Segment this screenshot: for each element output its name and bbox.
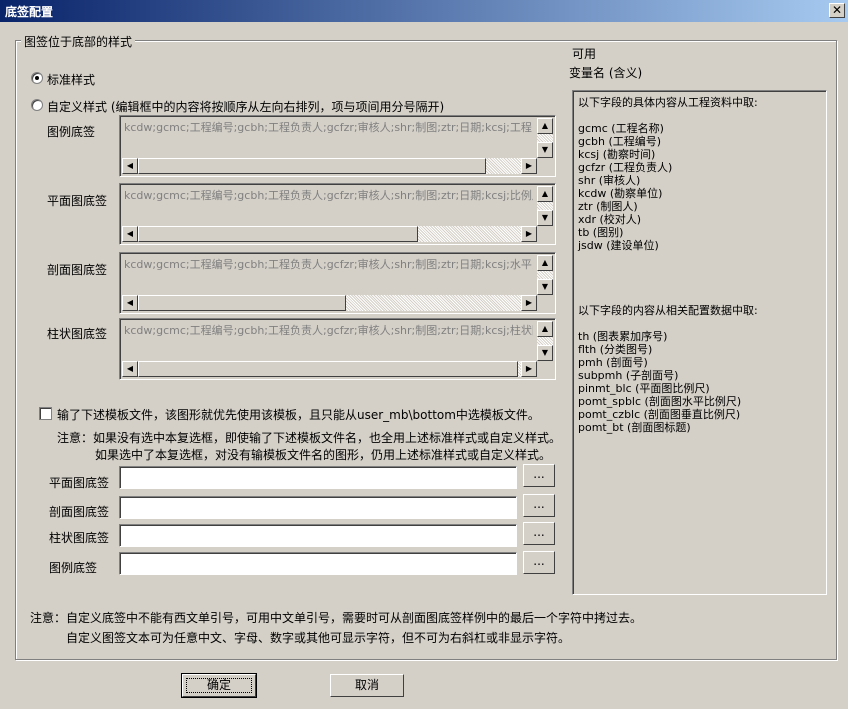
section1-title: 以下字段的具体内容从工程资料中取: [578, 96, 758, 109]
horizontal-scrollbar[interactable]: ◀ ▶ [122, 295, 537, 311]
scroll-right-button[interactable]: ▶ [521, 158, 537, 174]
custom-column-textarea[interactable]: kcdw;gcmc;工程编号;gcbh;工程负责人;gcfzr;审核人;shr;… [119, 318, 556, 380]
section1-item: jsdw (建设单位) [578, 239, 659, 252]
footer-note-2: 自定义图签文本可为任意中文、字母、数字或其他可显示字符，但不可为右斜杠或非显示字… [66, 631, 571, 645]
focus-rect [186, 678, 252, 693]
custom-column-value: kcdw;gcmc;工程编号;gcbh;工程负责人;gcfzr;审核人;shr;… [124, 324, 533, 337]
template-legend-label: 图例底签 [49, 561, 98, 575]
template-section-label: 剖面图底签 [49, 505, 110, 519]
scroll-down-button[interactable]: ▼ [537, 142, 553, 158]
template-legend-input[interactable] [119, 552, 517, 575]
template-column-label: 柱状图底签 [49, 531, 110, 545]
scroll-right-button[interactable]: ▶ [521, 295, 537, 311]
ok-button[interactable]: 确定 [181, 673, 257, 698]
scroll-up-button[interactable]: ▲ [537, 321, 553, 337]
template-note-1: 注意：如果没有选中本复选框，即使输了下述模板文件名，也全用上述标准样式或自定义样… [57, 431, 562, 445]
custom-style-radio[interactable] [31, 99, 43, 111]
scroll-left-button[interactable]: ◀ [122, 361, 138, 377]
custom-style-label[interactable]: 自定义样式 (编辑框中的内容将按顺序从左向右排列，项与项间用分号隔开) [47, 98, 444, 115]
vertical-scrollbar[interactable]: ▲ ▼ [537, 186, 553, 226]
template-note-2: 如果选中了本复选框，对没有输模板文件名的图形，仍用上述标准样式或自定义样式。 [95, 448, 552, 462]
scroll-corner [537, 295, 553, 311]
template-plan-input[interactable] [119, 466, 517, 489]
scroll-up-button[interactable]: ▲ [537, 186, 553, 202]
template-plan-label: 平面图底签 [49, 476, 110, 490]
scroll-right-button[interactable]: ▶ [521, 226, 537, 242]
browse-section-button[interactable]: ... [523, 494, 555, 517]
window-title: 底签配置 [5, 5, 54, 19]
scroll-down-button[interactable]: ▼ [537, 210, 553, 226]
vertical-scrollbar[interactable]: ▲ ▼ [537, 255, 553, 295]
scroll-corner [537, 226, 553, 242]
vertical-scrollbar[interactable]: ▲ ▼ [537, 118, 553, 158]
group-legend: 图签位于底部的样式 [21, 33, 136, 50]
variables-header-2: 变量名 (含义) [569, 66, 643, 80]
custom-plan-label: 平面图底签 [47, 194, 108, 208]
scroll-left-button[interactable]: ◀ [122, 226, 138, 242]
horizontal-scrollbar[interactable]: ◀ ▶ [122, 158, 537, 174]
scroll-left-button[interactable]: ◀ [122, 295, 138, 311]
section2-item: pomt_bt (剖面图标题) [578, 421, 691, 434]
scroll-left-button[interactable]: ◀ [122, 158, 138, 174]
custom-legend-textarea[interactable]: kcdw;gcmc;工程编号;gcbh;工程负责人;gcfzr;审核人;shr;… [119, 115, 556, 177]
scroll-thumb[interactable] [138, 226, 418, 242]
custom-legend-label: 图例底签 [47, 125, 96, 139]
horizontal-scrollbar[interactable]: ◀ ▶ [122, 226, 537, 242]
horizontal-scrollbar[interactable]: ◀ ▶ [122, 361, 537, 377]
scroll-corner [537, 158, 553, 174]
footer-note-1: 注意：自定义底签中不能有西文单引号，可用中文单引号，需要时可从剖面图底签样例中的… [30, 611, 643, 625]
scroll-thumb[interactable] [138, 158, 486, 174]
template-column-input[interactable] [119, 524, 517, 547]
custom-section-textarea[interactable]: kcdw;gcmc;工程编号;gcbh;工程负责人;gcfzr;审核人;shr;… [119, 252, 556, 314]
scroll-up-button[interactable]: ▲ [537, 118, 553, 134]
vertical-scrollbar[interactable]: ▲ ▼ [537, 321, 553, 361]
custom-plan-value: kcdw;gcmc;工程编号;gcbh;工程负责人;gcfzr;审核人;shr;… [124, 189, 533, 202]
browse-legend-button[interactable]: ... [523, 551, 555, 574]
variables-header-1: 可用 [572, 47, 597, 61]
scroll-up-button[interactable]: ▲ [537, 255, 553, 271]
browse-column-button[interactable]: ... [523, 522, 555, 545]
template-section-input[interactable] [119, 496, 517, 519]
custom-section-label: 剖面图底签 [47, 263, 108, 277]
scroll-thumb[interactable] [138, 295, 346, 311]
scroll-thumb[interactable] [138, 361, 518, 377]
scroll-down-button[interactable]: ▼ [537, 279, 553, 295]
scroll-down-button[interactable]: ▼ [537, 345, 553, 361]
use-template-label[interactable]: 输了下述模板文件，该图形就优先使用该模板，且只能从user_mb\bottom中… [57, 406, 540, 423]
title-bar: 底签配置 ✕ [0, 0, 848, 22]
custom-section-value: kcdw;gcmc;工程编号;gcbh;工程负责人;gcfzr;审核人;shr;… [124, 258, 533, 271]
cancel-button[interactable]: 取消 [330, 674, 404, 697]
section2-title: 以下字段的内容从相关配置数据中取: [578, 304, 758, 317]
standard-style-label[interactable]: 标准样式 [47, 71, 95, 88]
use-template-checkbox[interactable] [39, 407, 52, 420]
browse-plan-button[interactable]: ... [523, 464, 555, 487]
custom-plan-textarea[interactable]: kcdw;gcmc;工程编号;gcbh;工程负责人;gcfzr;审核人;shr;… [119, 183, 556, 245]
scroll-right-button[interactable]: ▶ [521, 361, 537, 377]
scroll-corner [537, 361, 553, 377]
close-button[interactable]: ✕ [829, 3, 845, 18]
custom-column-label: 柱状图底签 [47, 327, 108, 341]
standard-style-radio[interactable] [31, 72, 43, 84]
custom-legend-value: kcdw;gcmc;工程编号;gcbh;工程负责人;gcfzr;审核人;shr;… [124, 121, 532, 134]
variables-panel: 以下字段的具体内容从工程资料中取: gcmc (工程名称) gcbh (工程编号)… [572, 90, 827, 595]
